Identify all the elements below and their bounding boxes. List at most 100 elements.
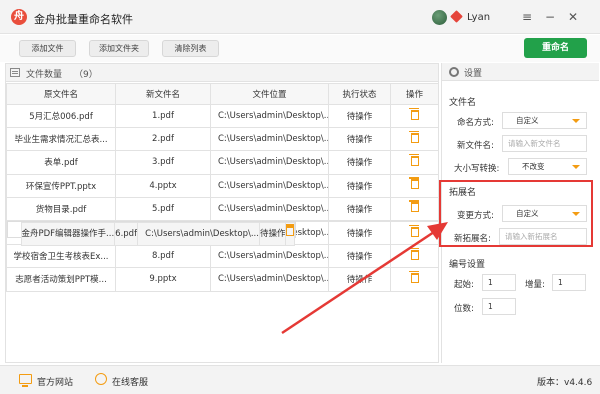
trash-icon[interactable]: [286, 224, 294, 237]
new-name-input[interactable]: 请输入新文件名: [502, 135, 587, 152]
step-input[interactable]: 1: [552, 274, 586, 291]
list-icon: [10, 68, 20, 77]
status-cell: 待操作: [328, 127, 391, 152]
settings-header: 设置: [442, 63, 599, 81]
original-name-cell: 学校宿舍卫生考核表Ex...: [6, 244, 116, 269]
action-cell: [390, 220, 439, 246]
minimize-icon[interactable]: −: [541, 8, 559, 26]
filename-section-title: 文件名: [449, 98, 477, 108]
version-label: 版本：v4.4.6: [537, 378, 593, 388]
column-header[interactable]: 新文件名: [115, 83, 211, 105]
monitor-icon: [19, 374, 32, 387]
file-count-label: 文件数量: [26, 70, 63, 80]
file-path-cell: C:\Users\admin\Desktop\...: [210, 196, 329, 221]
table-row[interactable]: 表单.pdf 3.pdf C:\Users\admin\Desktop\... 待操作: [6, 150, 439, 175]
headset-icon: [95, 373, 107, 385]
file-path-cell: C:\Users\admin\Desktop\...: [210, 173, 329, 198]
action-cell: [390, 244, 439, 269]
trash-icon[interactable]: [408, 200, 419, 213]
column-header[interactable]: 执行状态: [328, 83, 391, 105]
table-row[interactable]: 志愿者活动策划PPT模... 9.pptx C:\Users\admin\Deskt…: [6, 267, 439, 292]
original-name-cell: 金舟PDF编辑器操作手...: [20, 221, 116, 247]
column-header[interactable]: 原文件名: [6, 83, 116, 105]
status-cell: 待操作: [328, 267, 391, 292]
new-name-label: 新文件名:: [457, 141, 494, 151]
trash-icon[interactable]: [408, 153, 419, 166]
footer: 官方网站 在线客服 版本：v4.4.6: [0, 365, 600, 394]
trash-icon[interactable]: [408, 270, 419, 283]
file-path-cell: C:\Users\admin\Desktop\...: [210, 127, 329, 152]
table-row[interactable]: 金舟PDF编辑器操作手... 6.pdf C:\Users\admin\Deskto…: [6, 220, 297, 247]
new-name-cell: 4.pptx: [115, 173, 211, 198]
table-row[interactable]: 5月汇总006.pdf 1.pdf C:\Users\admin\Desktop\.…: [6, 103, 439, 129]
trash-icon[interactable]: [408, 224, 419, 237]
action-cell: [390, 267, 439, 292]
action-cell: [390, 173, 439, 198]
action-cell: [390, 150, 439, 175]
trash-icon[interactable]: [408, 247, 419, 260]
numbering-section-title: 编号设置: [449, 260, 486, 270]
start-input[interactable]: 1: [482, 274, 516, 291]
naming-mode-value: 自定义: [516, 116, 539, 125]
file-path-cell: C:\Users\admin\Desktop\...: [210, 150, 329, 175]
online-support-link[interactable]: 在线客服: [112, 375, 148, 388]
original-name-cell: 志愿者活动策划PPT模...: [6, 267, 116, 292]
original-name-cell: 毕业生需求情况汇总表...: [6, 127, 116, 152]
file-list-panel: 文件数量 （9） 原文件名 新文件名 文件位置 执行状态 操作 5月汇总006.…: [5, 63, 439, 363]
vip-badge-icon: [450, 10, 463, 23]
settings-title: 设置: [464, 69, 483, 79]
user-avatar[interactable]: [432, 10, 447, 25]
menu-icon[interactable]: ≡: [518, 8, 536, 26]
status-cell: 待操作: [328, 150, 391, 175]
step-label: 增量:: [525, 280, 545, 290]
add-file-button[interactable]: 添加文件: [19, 40, 76, 57]
start-label: 起始:: [454, 280, 474, 290]
status-cell: 待操作: [258, 221, 287, 247]
column-header[interactable]: 文件位置: [210, 83, 329, 105]
table-row[interactable]: 环保宣传PPT.pptx 4.pptx C:\Users\admin\Desktop…: [6, 173, 439, 198]
action-cell: [390, 103, 439, 129]
digits-input[interactable]: 1: [482, 298, 516, 315]
table-row[interactable]: 学校宿舍卫生考核表Ex... 8.pdf C:\Users\admin\Deskto…: [6, 244, 439, 269]
settings-icon: [449, 67, 459, 77]
new-name-cell: 5.pdf: [115, 196, 211, 221]
naming-mode-label: 命名方式:: [457, 118, 494, 128]
file-path-cell: C:\Users\admin\Desktop\...: [137, 221, 260, 247]
case-conversion-select[interactable]: 不改变: [508, 158, 587, 175]
file-list-header: 文件数量 （9）: [6, 64, 438, 82]
file-path-cell: C:\Users\admin\Desktop\...: [210, 244, 329, 269]
column-header[interactable]: 操作: [390, 83, 439, 105]
clear-list-button[interactable]: 清除列表: [162, 40, 219, 57]
status-cell: 待操作: [328, 244, 391, 269]
table-row[interactable]: 毕业生需求情况汇总表... 2.pdf C:\Users\admin\Desktop…: [6, 127, 439, 152]
trash-icon[interactable]: [408, 107, 419, 120]
highlight-box: [439, 180, 593, 247]
status-cell: 待操作: [328, 220, 391, 246]
file-count-value: （9）: [74, 70, 98, 80]
new-name-cell: 2.pdf: [115, 127, 211, 152]
chevron-down-icon: [572, 119, 580, 123]
new-name-cell: 8.pdf: [115, 244, 211, 269]
toolbar: 添加文件 添加文件夹 清除列表: [0, 35, 600, 62]
trash-icon[interactable]: [408, 177, 419, 190]
table-row[interactable]: 货物目录.pdf 5.pdf C:\Users\admin\Desktop\... 待…: [6, 196, 439, 221]
status-cell: 待操作: [328, 103, 391, 129]
new-name-cell: 6.pdf: [114, 221, 139, 247]
add-folder-button[interactable]: 添加文件夹: [89, 40, 149, 57]
rename-button[interactable]: 重命名: [524, 38, 587, 58]
chevron-down-icon: [572, 165, 580, 169]
file-path-cell: C:\Users\admin\Desktop\...: [210, 267, 329, 292]
original-name-cell: 环保宣传PPT.pptx: [6, 173, 116, 198]
username[interactable]: Lyan: [467, 12, 490, 23]
trash-icon[interactable]: [408, 130, 419, 143]
action-cell: [285, 221, 296, 247]
naming-mode-select[interactable]: 自定义: [502, 112, 587, 129]
official-website-link[interactable]: 官方网站: [37, 375, 73, 388]
close-icon[interactable]: ✕: [564, 8, 582, 26]
digits-label: 位数:: [454, 304, 474, 314]
app-logo-icon: 舟: [11, 9, 27, 25]
case-conversion-value: 不改变: [522, 162, 545, 171]
app-title: 金舟批量重命名软件: [34, 13, 133, 26]
new-name-cell: 1.pdf: [115, 103, 211, 129]
case-conversion-label: 大小写转换:: [454, 164, 500, 174]
